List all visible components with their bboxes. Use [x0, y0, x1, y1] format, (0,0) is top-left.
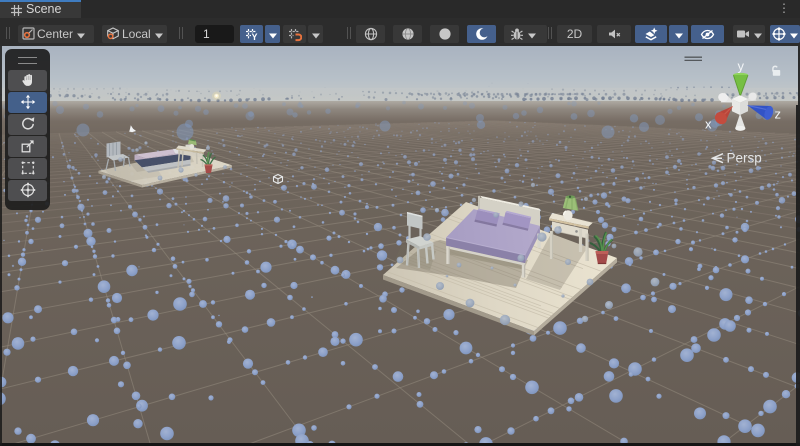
svg-text:Persp: Persp — [727, 151, 762, 166]
svg-text:Y: Y — [251, 32, 257, 42]
svg-text:y: y — [738, 59, 745, 74]
svg-text:z: z — [775, 107, 782, 122]
svg-text:x: x — [705, 117, 712, 132]
